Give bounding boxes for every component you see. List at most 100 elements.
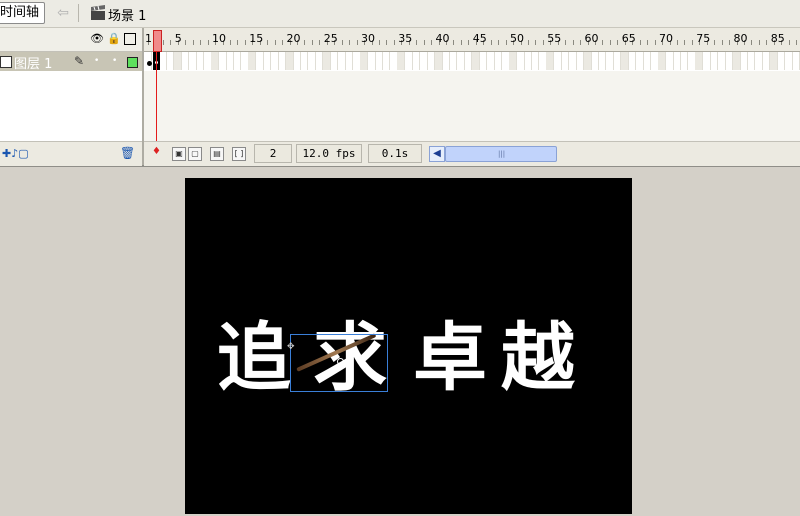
ruler-tick xyxy=(565,40,567,45)
ruler-tick xyxy=(431,40,433,45)
layer-row[interactable]: 图层 1 ✎ • • xyxy=(0,52,142,72)
horizontal-scroll-thumb[interactable]: ||| xyxy=(445,146,557,162)
ruler-number: 35 xyxy=(398,32,413,45)
keyframe-1[interactable] xyxy=(147,61,152,66)
layers-header: 👁 🔒 xyxy=(0,28,142,52)
layer-outline-color-swatch[interactable] xyxy=(127,57,138,68)
scene-label[interactable]: 场景 1 xyxy=(108,5,146,24)
ruler-number: 75 xyxy=(696,32,711,45)
ruler-tick xyxy=(617,40,619,45)
ruler-number: 45 xyxy=(472,32,487,45)
frame-cell[interactable] xyxy=(792,52,800,70)
ruler-tick xyxy=(721,40,723,45)
ruler-tick xyxy=(714,40,716,45)
ruler-tick xyxy=(170,40,172,45)
ruler-tick xyxy=(602,40,604,45)
ruler-tick xyxy=(647,40,649,45)
ruler-tick xyxy=(185,40,187,45)
ruler-tick xyxy=(505,40,507,45)
add-layer-icon[interactable]: ✚♪▢ xyxy=(2,147,29,160)
ruler-tick xyxy=(386,40,388,45)
ruler-number: 15 xyxy=(249,32,264,45)
ruler-number: 30 xyxy=(361,32,376,45)
ruler-number: 80 xyxy=(733,32,748,45)
ruler-tick xyxy=(691,40,693,45)
scene-clapper-icon[interactable] xyxy=(90,5,106,21)
layer-name[interactable]: 图层 1 xyxy=(14,53,52,72)
eye-icon[interactable]: 👁 xyxy=(90,32,104,46)
ruler-tick xyxy=(490,40,492,45)
onion-markers-icon[interactable]: [ ] xyxy=(232,147,246,161)
ruler-number: 65 xyxy=(621,32,636,45)
onion-skin-icon[interactable]: ▣ xyxy=(172,147,186,161)
ruler-tick xyxy=(378,40,380,45)
ruler-tick xyxy=(453,40,455,45)
stage-canvas[interactable]: 追 求 卓 越 ✥ xyxy=(185,178,632,514)
top-bar: 时间轴 ⇦ 场景 1 xyxy=(0,0,800,28)
ruler-tick xyxy=(751,40,753,45)
edit-multiple-icon[interactable]: ▤ xyxy=(210,147,224,161)
outline-icon[interactable] xyxy=(124,33,136,45)
ruler-tick xyxy=(542,40,544,45)
ruler-tick xyxy=(393,40,395,45)
ruler-tick xyxy=(527,40,529,45)
lock-icon[interactable]: 🔒 xyxy=(107,32,121,46)
ruler-tick xyxy=(207,40,209,45)
frames-area: 1 5 10 15 20 25 30 35 40 45 50 55 60 65 70 75 80 85 ♦ ▣ ▢… xyxy=(144,28,800,166)
ruler-tick xyxy=(758,40,760,45)
ruler-tick xyxy=(304,40,306,45)
frame-row[interactable] xyxy=(144,52,800,71)
ruler-number: 60 xyxy=(584,32,599,45)
ruler-tick xyxy=(766,40,768,45)
ruler-tick xyxy=(311,40,313,45)
ruler-tick xyxy=(274,40,276,45)
ruler-tick xyxy=(468,40,470,45)
lock-toggle[interactable]: • xyxy=(112,56,117,66)
transform-center-icon[interactable] xyxy=(337,358,344,365)
ruler-tick xyxy=(460,40,462,45)
frame-rate-field[interactable]: 12.0 fps xyxy=(296,144,362,163)
trash-icon[interactable]: 🗑 xyxy=(120,146,135,160)
ruler-tick xyxy=(535,40,537,45)
ruler-tick xyxy=(282,40,284,45)
frames-footer: ♦ ▣ ▢ ▤ [ ] 2 12.0 fps 0.1s ◀ ||| xyxy=(144,141,800,166)
ruler-tick xyxy=(267,40,269,45)
ruler-number: 85 xyxy=(770,32,785,45)
ruler-tick xyxy=(796,40,798,45)
toolbar-divider xyxy=(78,4,79,22)
scroll-left-arrow-icon[interactable]: ◀ xyxy=(429,146,445,162)
ruler-tick xyxy=(572,40,574,45)
ruler-tick xyxy=(416,40,418,45)
layer-page-icon xyxy=(0,56,12,68)
ruler-tick xyxy=(356,40,358,45)
pencil-icon: ✎ xyxy=(74,54,85,68)
visibility-toggle[interactable]: • xyxy=(94,56,99,66)
ruler-tick xyxy=(349,40,351,45)
stage-char-1[interactable]: 追 xyxy=(217,298,291,405)
ruler-tick xyxy=(639,40,641,45)
timeline-panel: 👁 🔒 图层 1 ✎ • • ✚♪▢ 🗑 1 5 10 15 20 25 30 35 40 45 5… xyxy=(0,28,800,167)
ruler-number: 70 xyxy=(659,32,674,45)
back-arrow-icon[interactable]: ⇦ xyxy=(55,5,71,21)
stage-char-3[interactable]: 卓 xyxy=(413,298,487,405)
registration-point-icon: ✥ xyxy=(287,342,295,352)
ruler-tick xyxy=(498,40,500,45)
stage-char-4[interactable]: 越 xyxy=(501,298,575,405)
layers-footer: ✚♪▢ 🗑 xyxy=(0,141,142,166)
ruler-tick xyxy=(684,40,686,45)
ruler-tick xyxy=(788,40,790,45)
ruler-tick xyxy=(192,40,194,45)
ruler-tick xyxy=(244,40,246,45)
ruler-number: 20 xyxy=(286,32,301,45)
ruler-tick xyxy=(580,40,582,45)
center-frame-icon[interactable]: ♦ xyxy=(152,146,161,160)
ruler-number: 10 xyxy=(212,32,227,45)
ruler-tick xyxy=(237,40,239,45)
layers-column: 👁 🔒 图层 1 ✎ • • ✚♪▢ 🗑 xyxy=(0,28,144,166)
scroll-grip-icon: ||| xyxy=(498,150,506,158)
playhead[interactable] xyxy=(153,30,162,52)
timeline-toggle-button[interactable]: 时间轴 xyxy=(0,2,45,24)
frame-ruler[interactable]: 1 5 10 15 20 25 30 35 40 45 50 55 60 65 70 75 80 85 xyxy=(144,28,800,52)
current-frame-field: 2 xyxy=(254,144,292,163)
onion-outline-icon[interactable]: ▢ xyxy=(188,147,202,161)
